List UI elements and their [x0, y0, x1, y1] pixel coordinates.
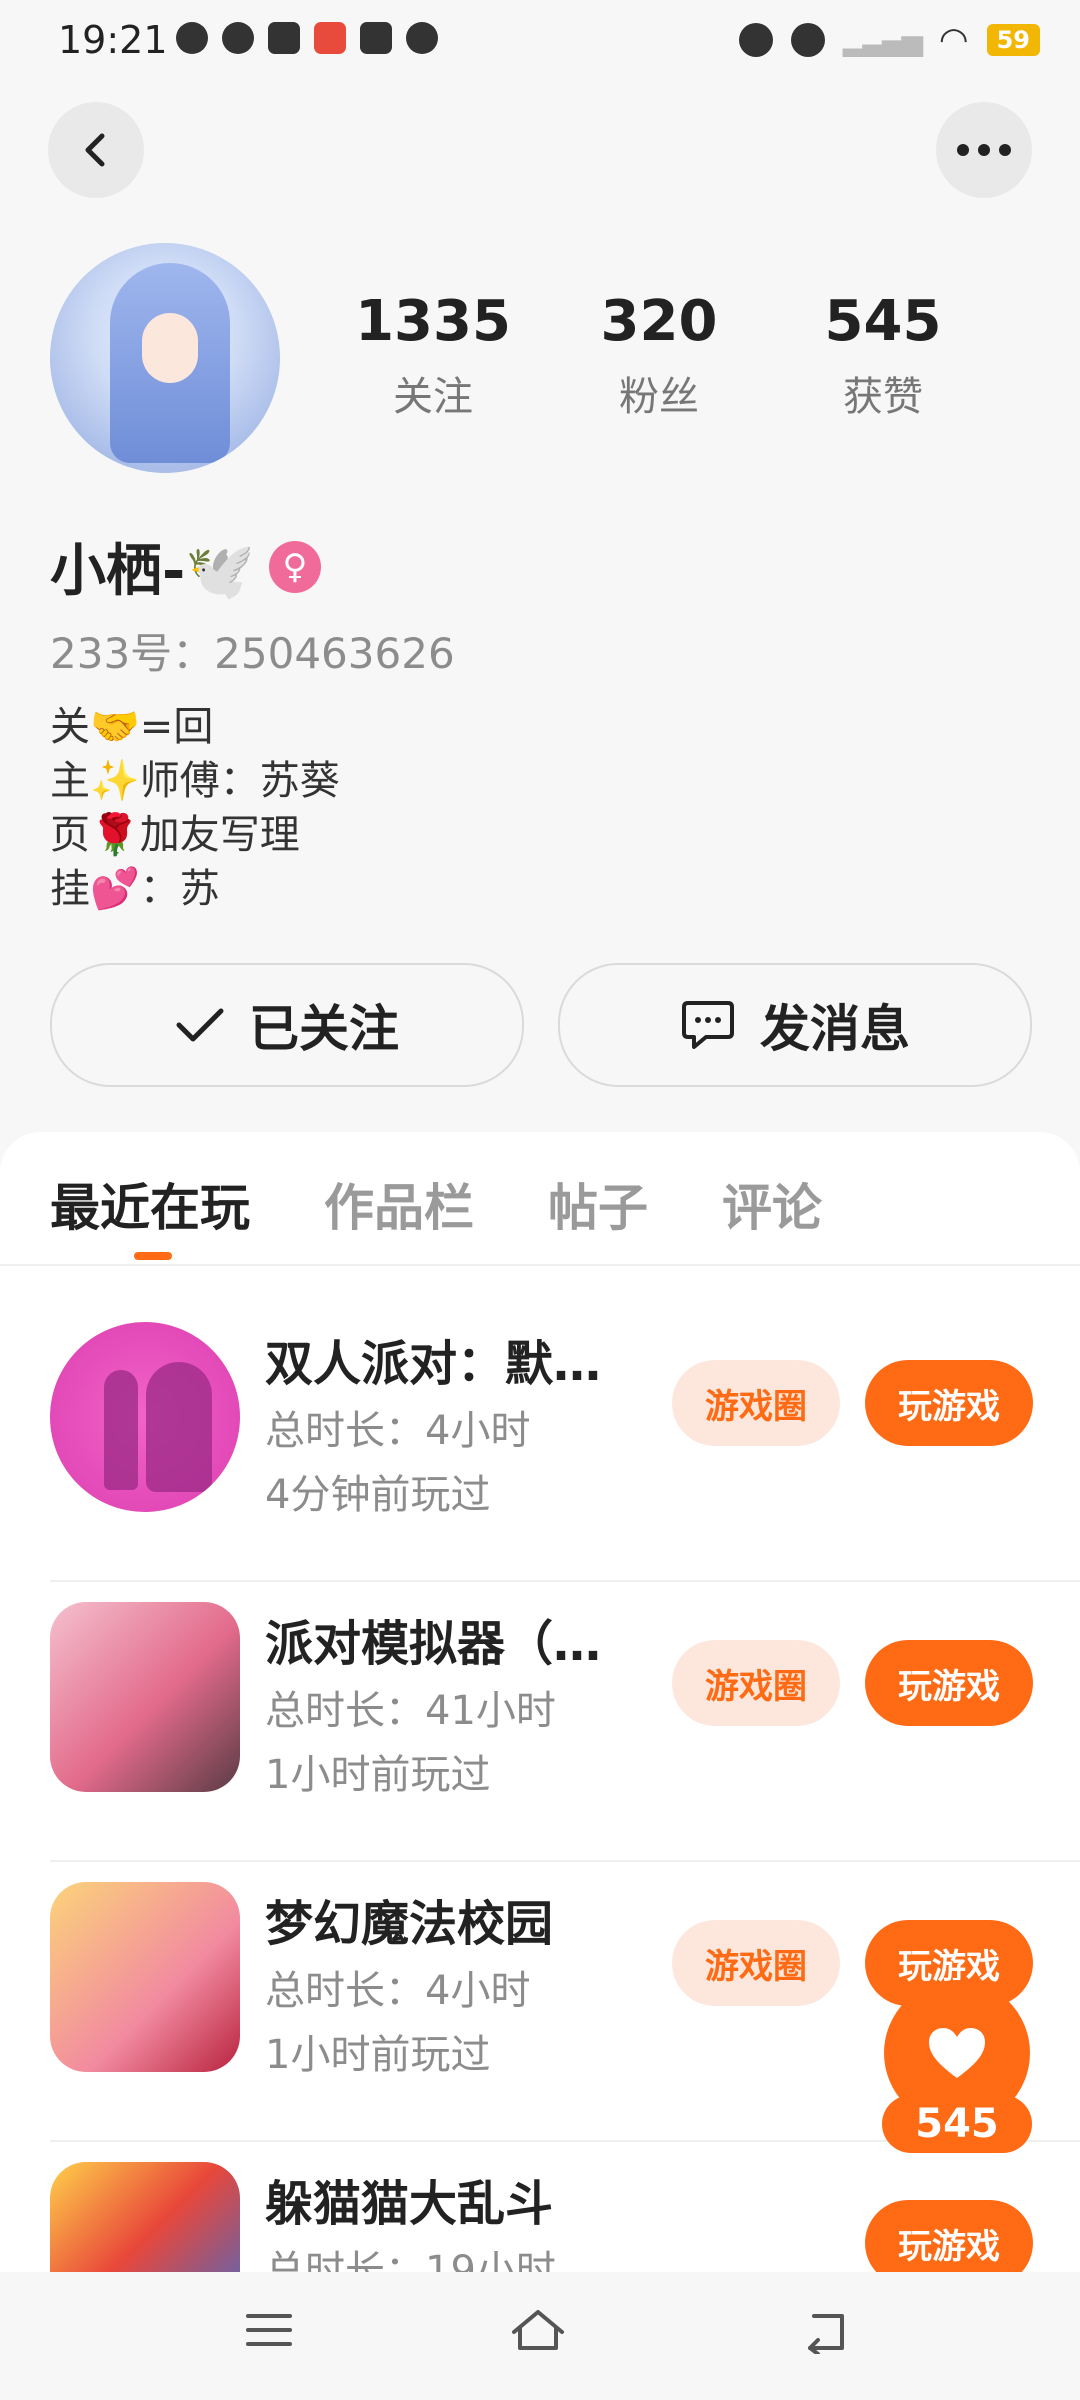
game-row[interactable]: 派对模拟器（… 总时长：41小时 1小时前玩过 游戏圈 玩游戏	[0, 1582, 1080, 1862]
message-label: 发消息	[760, 1000, 910, 1058]
game-last-played: 1小时前玩过	[265, 2032, 491, 2078]
heart-icon	[929, 2028, 985, 2078]
active-tab-indicator	[134, 1252, 172, 1260]
game-last-played: 1小时前玩过	[265, 1752, 491, 1798]
game-duration: 总时长：4小时	[265, 1968, 531, 2014]
game-circle-button[interactable]: 游戏圈	[672, 1640, 840, 1726]
game-duration: 总时长：41小时	[265, 1688, 556, 1734]
tab-comments[interactable]: 评论	[722, 1168, 822, 1240]
game-duration: 总时长：19小时	[265, 2248, 556, 2272]
nickname: 小栖-🕊️	[50, 539, 255, 604]
tab-works[interactable]: 作品栏	[324, 1168, 474, 1240]
followed-button[interactable]: 已关注	[50, 963, 524, 1087]
play-game-button[interactable]: 玩游戏	[865, 2200, 1033, 2272]
status-time: 19:21	[58, 18, 168, 62]
tab-recently-played[interactable]: 最近在玩	[50, 1168, 250, 1240]
stat-value: 1335	[355, 289, 511, 354]
game-title: 梦幻魔法校园	[265, 1896, 554, 1952]
followed-label: 已关注	[249, 1000, 399, 1058]
game-cover	[50, 1322, 240, 1512]
app-badge-icon	[314, 22, 346, 54]
game-last-played: 4分钟前玩过	[265, 1472, 491, 1518]
stat-following[interactable]: 1335 关注	[343, 290, 523, 422]
bio-line: 主✨师傅：苏葵	[50, 758, 340, 804]
bio-line: 关🤝=回	[50, 704, 214, 750]
game-circle-button[interactable]: 游戏圈	[672, 1920, 840, 2006]
back-button[interactable]	[48, 102, 144, 198]
bio-line: 页🌹加友写理	[50, 812, 300, 858]
system-nav-bar	[0, 2272, 1080, 2400]
music-icon	[360, 22, 392, 54]
like-count: 545	[882, 2095, 1032, 2153]
game-cover	[50, 1882, 240, 2072]
mail-icon	[268, 22, 300, 54]
nickname-row: 小栖-🕊️ ♀	[50, 526, 321, 607]
profile-tabs: 最近在玩 作品栏 帖子 评论	[50, 1168, 822, 1240]
signal-icon: ▂▃▄▅	[842, 23, 923, 57]
stat-value: 320	[600, 289, 718, 354]
battery-level: 59	[996, 26, 1030, 54]
chevron-left-icon	[85, 133, 105, 167]
game-circle-button[interactable]: 游戏圈	[672, 1360, 840, 1446]
send-message-button[interactable]: 发消息	[558, 963, 1032, 1087]
chat-bubble-icon	[682, 1001, 734, 1049]
stat-followers[interactable]: 320 粉丝	[569, 290, 749, 422]
stat-label: 关注	[393, 374, 473, 420]
user-id: 233号：250463626	[50, 629, 455, 678]
play-game-button[interactable]: 玩游戏	[865, 1360, 1033, 1446]
battery-icon: 59	[986, 24, 1040, 56]
bot-icon	[176, 22, 208, 54]
game-cover	[50, 1602, 240, 1792]
stat-likes[interactable]: 545 获赞	[793, 290, 973, 422]
stat-label: 获赞	[843, 374, 923, 420]
game-title: 双人派对：默…	[265, 1336, 602, 1392]
back-nav-icon[interactable]	[800, 2310, 848, 2354]
bio: 关🤝=回 主✨师傅：苏葵 页🌹加友写理 挂💕：苏	[50, 700, 340, 916]
avatar[interactable]	[50, 243, 280, 473]
game-row[interactable]: 躲猫猫大乱斗 总时长：19小时 玩游戏	[0, 2142, 1080, 2272]
notification-icons	[176, 22, 438, 54]
game-row[interactable]: 双人派对：默… 总时长：4小时 4分钟前玩过 游戏圈 玩游戏	[0, 1302, 1080, 1582]
menu-icon[interactable]	[244, 2310, 294, 2350]
play-game-button[interactable]: 玩游戏	[865, 1640, 1033, 1726]
game-cover	[50, 2162, 240, 2272]
mute-icon	[790, 23, 825, 57]
female-gender-icon: ♀	[268, 540, 321, 593]
game-title: 躲猫猫大乱斗	[265, 2176, 554, 2232]
game-title: 派对模拟器（…	[265, 1616, 602, 1672]
wifi-icon: ◠	[938, 20, 969, 60]
system-icons: ▂▃▄▅ ◠ 59	[738, 20, 1040, 60]
more-options-button[interactable]	[936, 102, 1032, 198]
alarm-icon	[738, 23, 773, 57]
cat-icon	[406, 22, 438, 54]
more-dots-icon	[957, 144, 1011, 156]
tab-posts[interactable]: 帖子	[548, 1168, 648, 1240]
check-icon	[176, 1008, 224, 1042]
game-duration: 总时长：4小时	[265, 1408, 531, 1454]
status-bar: 19:21 ▂▃▄▅ ◠ 59	[0, 0, 1080, 80]
browser-icon	[222, 22, 254, 54]
home-icon[interactable]	[508, 2306, 568, 2354]
stat-value: 545	[824, 289, 942, 354]
bio-line: 挂💕：苏	[50, 866, 220, 912]
tab-divider	[0, 1264, 1080, 1266]
stat-label: 粉丝	[619, 374, 699, 420]
